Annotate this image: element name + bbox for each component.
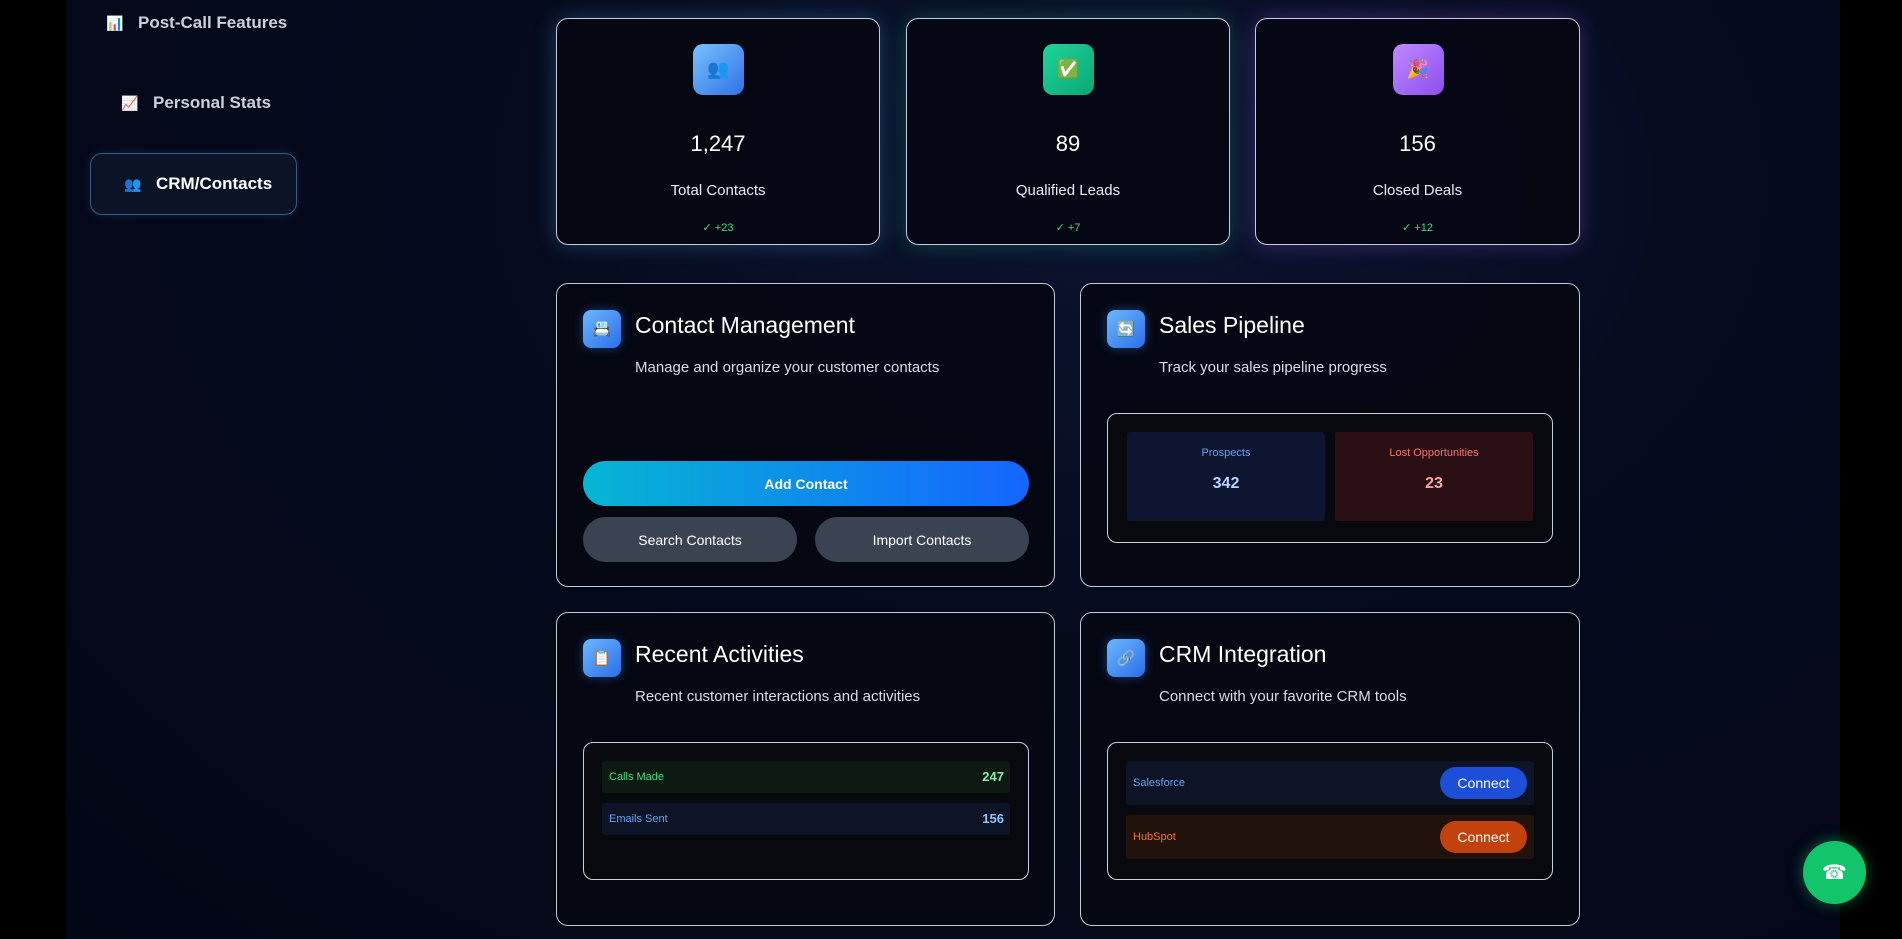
activity-row-calls-made: Calls Made 247 <box>602 761 1010 793</box>
card-description: Track your sales pipeline progress <box>1159 359 1387 376</box>
bar-chart-icon: 📊 <box>106 14 124 31</box>
connect-salesforce-button[interactable]: Connect <box>1440 767 1527 799</box>
stat-label: Closed Deals <box>1372 182 1463 199</box>
sidebar-item-post-call-features[interactable]: 📊 Post-Call Features <box>106 12 287 34</box>
card-title: CRM Integration <box>1159 641 1327 667</box>
activities-box: Calls Made 247 Emails Sent 156 <box>583 742 1029 880</box>
card-title: Contact Management <box>635 312 855 338</box>
integration-row-hubspot: HubSpot Connect <box>1126 815 1534 859</box>
sidebar-item-label: CRM/Contacts <box>156 174 273 193</box>
sidebar-item-label: Post-Call Features <box>138 13 288 32</box>
card-title: Sales Pipeline <box>1159 312 1305 338</box>
integration-label: HubSpot <box>1133 831 1176 843</box>
connect-hubspot-button[interactable]: Connect <box>1440 821 1527 853</box>
activity-row-emails-sent: Emails Sent 156 <box>602 803 1010 835</box>
stat-value: 156 <box>1399 131 1436 156</box>
stat-value: 1,247 <box>690 131 746 156</box>
link-icon: 🔗 <box>1107 639 1145 677</box>
add-contact-button[interactable]: Add Contact <box>583 461 1029 506</box>
stat-change: ✓ +23 <box>702 222 734 234</box>
contact-management-card: 📇 Contact Management Manage and organize… <box>556 283 1055 587</box>
integrations-box: Salesforce Connect HubSpot Connect <box>1107 742 1553 880</box>
pipeline-lost-opportunities: Lost Opportunities 23 <box>1335 432 1533 521</box>
activity-label: Emails Sent <box>609 813 668 825</box>
refresh-icon: 🔄 <box>1107 310 1145 348</box>
pipeline-label: Lost Opportunities <box>1389 447 1479 459</box>
activity-label: Calls Made <box>609 771 665 783</box>
integration-row-salesforce: Salesforce Connect <box>1126 761 1534 805</box>
pipeline-label: Prospects <box>1201 447 1251 459</box>
integration-label: Salesforce <box>1133 777 1185 789</box>
people-icon: 👥 <box>124 175 142 192</box>
activity-value: 156 <box>982 811 1004 826</box>
crm-integration-card: 🔗 CRM Integration Connect with your favo… <box>1080 612 1580 926</box>
contact-card-icon: 📇 <box>583 310 621 348</box>
stat-label: Total Contacts <box>670 182 766 199</box>
stat-card-qualified-leads: ✅ 89 Qualified Leads ✓ +7 <box>906 18 1230 245</box>
pipeline-prospects: Prospects 342 <box>1127 432 1325 521</box>
people-icon: 👥 <box>693 44 744 95</box>
clipboard-icon: 📋 <box>583 639 621 677</box>
card-description: Recent customer interactions and activit… <box>635 688 921 705</box>
stat-card-closed-deals: 🎉 156 Closed Deals ✓ +12 <box>1255 18 1580 245</box>
activity-value: 247 <box>982 769 1004 784</box>
search-contacts-button[interactable]: Search Contacts <box>583 517 797 562</box>
card-title: Recent Activities <box>635 641 804 667</box>
stat-change: ✓ +7 <box>1055 222 1081 234</box>
chart-trend-icon: 📈 <box>121 94 139 111</box>
recent-activities-card: 📋 Recent Activities Recent customer inte… <box>556 612 1055 926</box>
sidebar-item-label: Personal Stats <box>153 93 272 112</box>
checkmark-icon: ✅ <box>1043 44 1094 95</box>
sidebar-item-crm-contacts[interactable]: 👥 CRM/Contacts <box>90 153 297 215</box>
import-contacts-button[interactable]: Import Contacts <box>815 517 1029 562</box>
pipeline-value: 23 <box>1425 475 1443 492</box>
card-description: Manage and organize your customer contac… <box>635 359 940 376</box>
stat-label: Qualified Leads <box>1015 182 1121 199</box>
celebration-icon: 🎉 <box>1392 44 1444 95</box>
pipeline-value: 342 <box>1212 475 1240 492</box>
phone-fab-button[interactable]: ☎ <box>1803 841 1866 904</box>
pipeline-box: Prospects 342 Lost Opportunities 23 <box>1107 413 1553 543</box>
phone-icon: ☎ <box>1822 862 1847 884</box>
stat-change: ✓ +12 <box>1402 222 1433 234</box>
stat-value: 89 <box>1055 131 1081 156</box>
stat-card-total-contacts: 👥 1,247 Total Contacts ✓ +23 <box>556 18 880 245</box>
card-description: Connect with your favorite CRM tools <box>1159 688 1407 705</box>
sidebar-item-personal-stats[interactable]: 📈 Personal Stats <box>121 92 271 114</box>
sales-pipeline-card: 🔄 Sales Pipeline Track your sales pipeli… <box>1080 283 1580 587</box>
app-container: 📊 Post-Call Features 📈 Personal Stats 👥 … <box>66 0 1840 939</box>
